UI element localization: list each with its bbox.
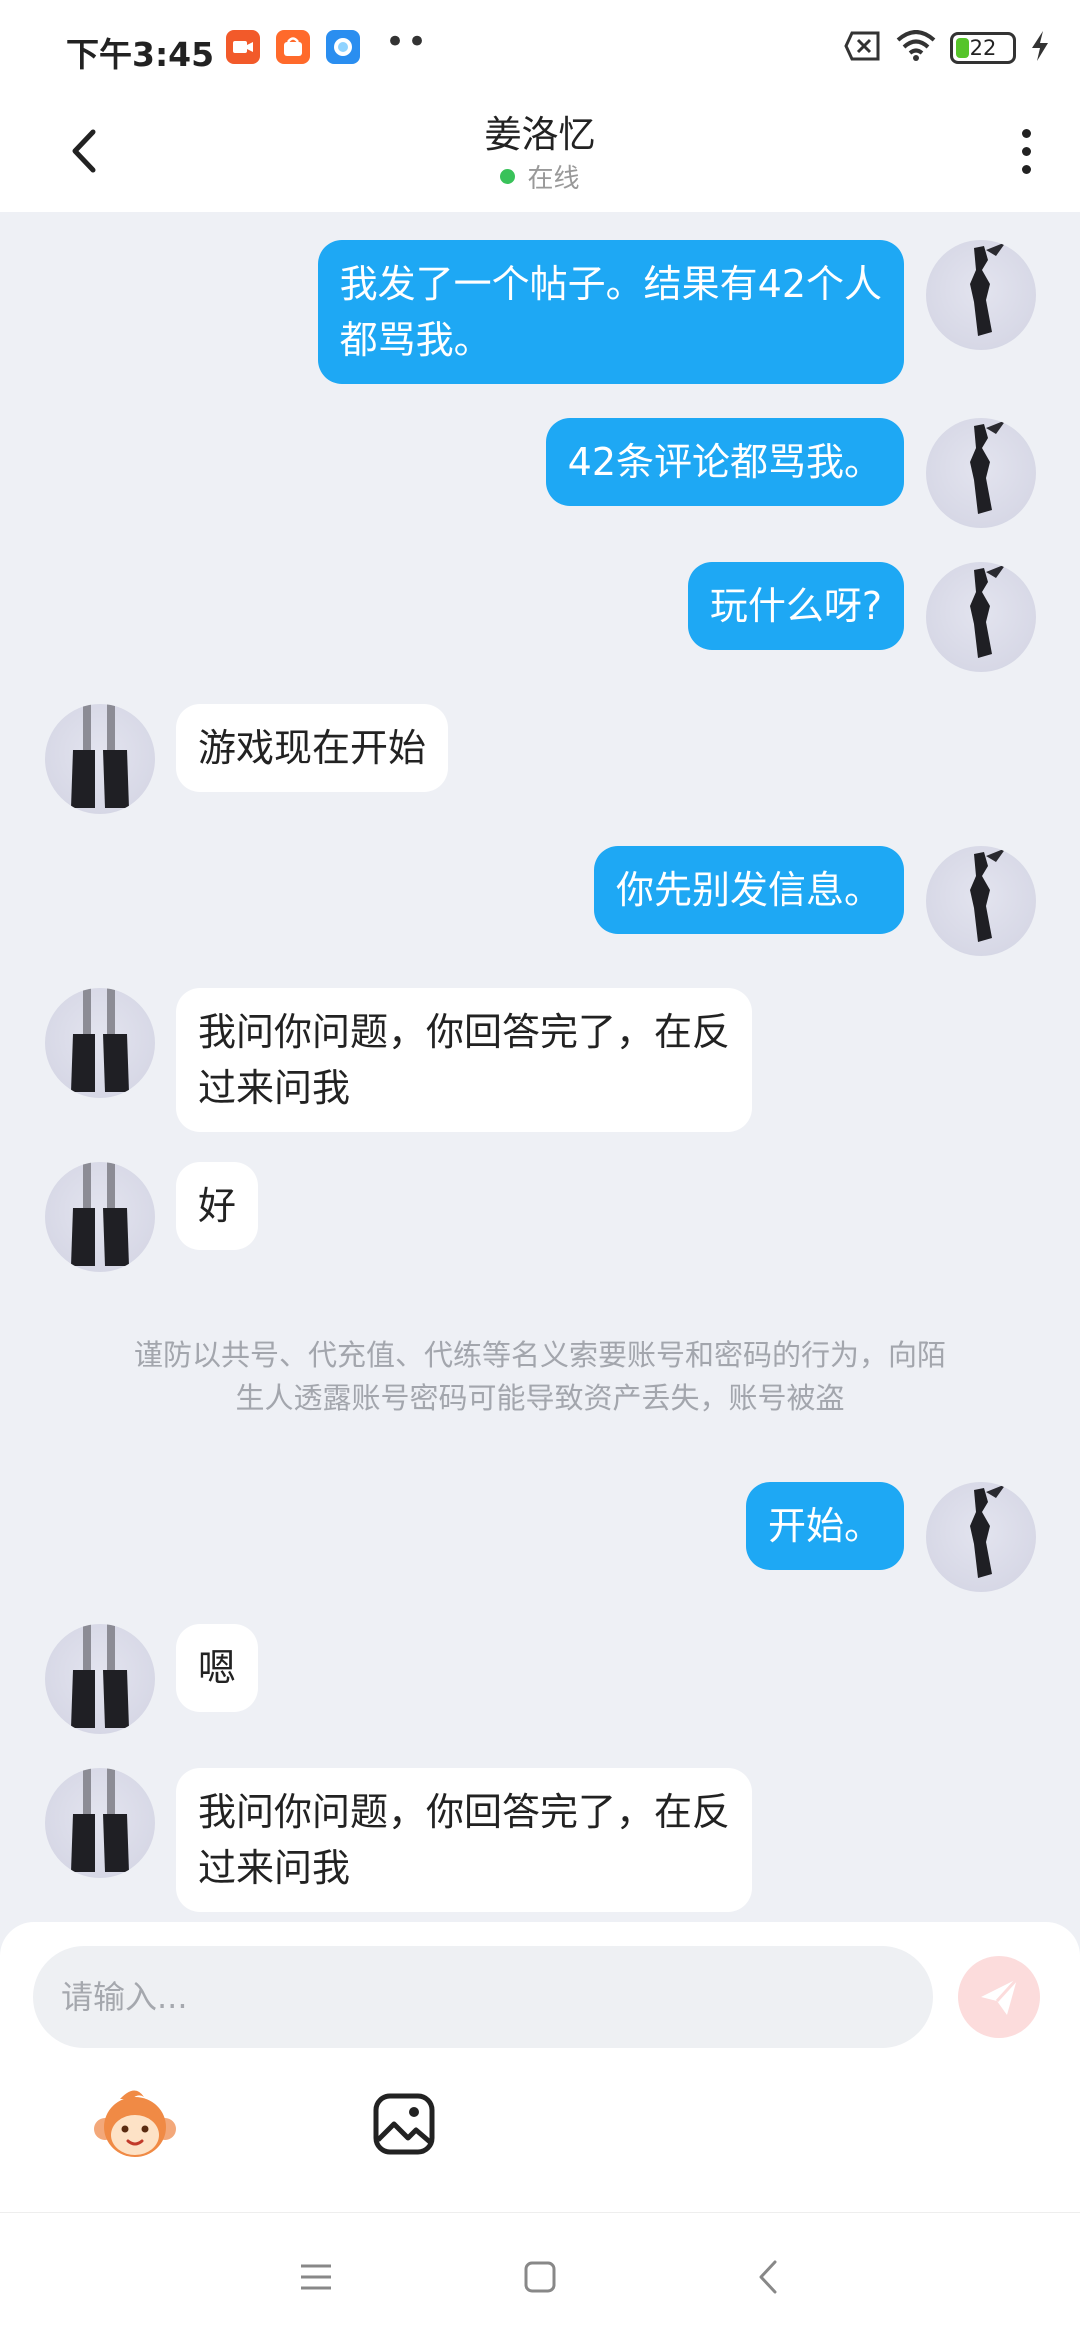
online-dot [500, 169, 516, 184]
home-button[interactable] [516, 2253, 564, 2301]
video-app-icon [226, 30, 260, 64]
system-back-button[interactable] [744, 2253, 792, 2301]
message-bubble-outgoing[interactable]: 开始。 [745, 1482, 904, 1570]
message-line: 游戏现在开始 [198, 726, 427, 770]
contact-avatar[interactable] [45, 704, 155, 814]
message-input[interactable] [33, 1946, 933, 2048]
shopping-app-icon [276, 30, 310, 64]
message-row: 我问你问题，你回答完了，在反 过来问我 [0, 988, 1080, 1132]
message-line: 都骂我。 [339, 318, 492, 362]
message-bubble-outgoing[interactable]: 42条评论都骂我。 [545, 418, 904, 506]
more-options-button[interactable] [996, 116, 1056, 186]
more-dot [1021, 164, 1031, 174]
online-status: 在线 [0, 158, 1080, 195]
message-line: 你先别发信息。 [615, 868, 882, 912]
online-status-label: 在线 [527, 164, 580, 194]
message-line: 42条评论都骂我。 [567, 440, 882, 484]
send-icon [981, 1977, 1019, 2015]
security-notice-line: 生人透露账号密码可能导致资产丢失，账号被盗 [235, 1381, 845, 1415]
wifi-icon [896, 30, 936, 66]
status-right-group: 22 [844, 28, 1050, 68]
message-line: 好 [198, 1184, 237, 1228]
back-triangle-icon [759, 2260, 777, 2294]
message-line: 我发了一个帖子。结果有42个人 [339, 262, 882, 306]
message-bubble-incoming[interactable]: 嗯 [176, 1624, 259, 1712]
message-row: 你先别发信息。 [0, 846, 1080, 956]
message-bubble-outgoing[interactable]: 玩什么呀? [687, 562, 904, 650]
message-row: 开始。 [0, 1482, 1080, 1592]
battery-level-text: 22 [969, 36, 997, 60]
message-line: 我问你问题，你回答完了，在反 [198, 1010, 731, 1054]
message-row: 嗯 [0, 1624, 1080, 1734]
contact-name: 姜洛忆 [484, 113, 596, 156]
image-icon [373, 2093, 435, 2155]
message-row: 42条评论都骂我。 [0, 418, 1080, 528]
system-navigation-bar [0, 2212, 1080, 2340]
message-bubble-incoming[interactable]: 我问你问题，你回答完了，在反 过来问我 [176, 988, 753, 1132]
message-row: 游戏现在开始 [0, 704, 1080, 814]
message-row: 玩什么呀? [0, 562, 1080, 672]
contact-avatar[interactable] [45, 1624, 155, 1734]
my-avatar[interactable] [926, 846, 1036, 956]
security-notice: 谨防以共号、代充值、代练等名义索要账号和密码的行为，向陌 生人透露账号密码可能导… [70, 1334, 1010, 1420]
message-line: 我问你问题，你回答完了，在反 [198, 1790, 731, 1834]
my-avatar[interactable] [926, 418, 1036, 528]
menu-icon [301, 2264, 331, 2290]
message-line: 过来问我 [198, 1066, 351, 1110]
chat-screen: 下午3:45 •• 22 姜洛忆 在线 我发了一个帖子。结果有42个人 都骂我。… [0, 0, 1080, 2340]
message-bubble-incoming[interactable]: 好 [176, 1162, 259, 1250]
battery-level-fill [956, 38, 970, 58]
contact-avatar[interactable] [45, 988, 155, 1098]
browser-app-icon [326, 30, 360, 64]
message-row: 好 [0, 1162, 1080, 1272]
status-bar: 下午3:45 •• 22 [0, 0, 1080, 96]
more-dot [1021, 128, 1031, 138]
message-row: 我发了一个帖子。结果有42个人 都骂我。 [0, 240, 1080, 384]
status-time: 下午3:45 [66, 35, 215, 74]
message-line: 过来问我 [198, 1846, 351, 1890]
message-bubble-outgoing[interactable]: 我发了一个帖子。结果有42个人 都骂我。 [317, 240, 904, 384]
emoji-sticker-button[interactable] [92, 2085, 178, 2165]
monkey-emoji-icon [94, 2090, 176, 2157]
my-avatar[interactable] [926, 240, 1036, 350]
message-bubble-incoming[interactable]: 游戏现在开始 [176, 704, 449, 792]
chat-header: 姜洛忆 在线 [0, 96, 1080, 212]
security-notice-line: 谨防以共号、代充值、代练等名义索要账号和密码的行为，向陌 [133, 1338, 946, 1372]
message-row: 我问你问题，你回答完了，在反 过来问我 [0, 1768, 1080, 1912]
message-bubble-incoming[interactable]: 我问你问题，你回答完了，在反 过来问我 [176, 1768, 753, 1912]
sim-off-icon [844, 31, 882, 65]
send-button[interactable] [958, 1956, 1040, 2038]
more-dot [1021, 146, 1031, 156]
my-avatar[interactable] [926, 1482, 1036, 1592]
my-avatar[interactable] [926, 562, 1036, 672]
message-line: 开始。 [767, 1504, 882, 1548]
message-list[interactable]: 我发了一个帖子。结果有42个人 都骂我。 42条评论都骂我。 玩什么呀? 游戏现… [0, 212, 1080, 1932]
input-panel [0, 1922, 1080, 2212]
message-line: 嗯 [198, 1646, 237, 1690]
contact-avatar[interactable] [45, 1162, 155, 1272]
contact-avatar[interactable] [45, 1768, 155, 1878]
message-line: 玩什么呀? [709, 584, 882, 628]
home-square-icon [524, 2261, 556, 2293]
status-more-dots: •• [385, 22, 430, 62]
battery-indicator: 22 [950, 32, 1016, 64]
message-bubble-outgoing[interactable]: 你先别发信息。 [593, 846, 904, 934]
recent-apps-button[interactable] [292, 2253, 340, 2301]
charging-icon [1030, 30, 1050, 66]
image-picker-button[interactable] [372, 2092, 436, 2156]
